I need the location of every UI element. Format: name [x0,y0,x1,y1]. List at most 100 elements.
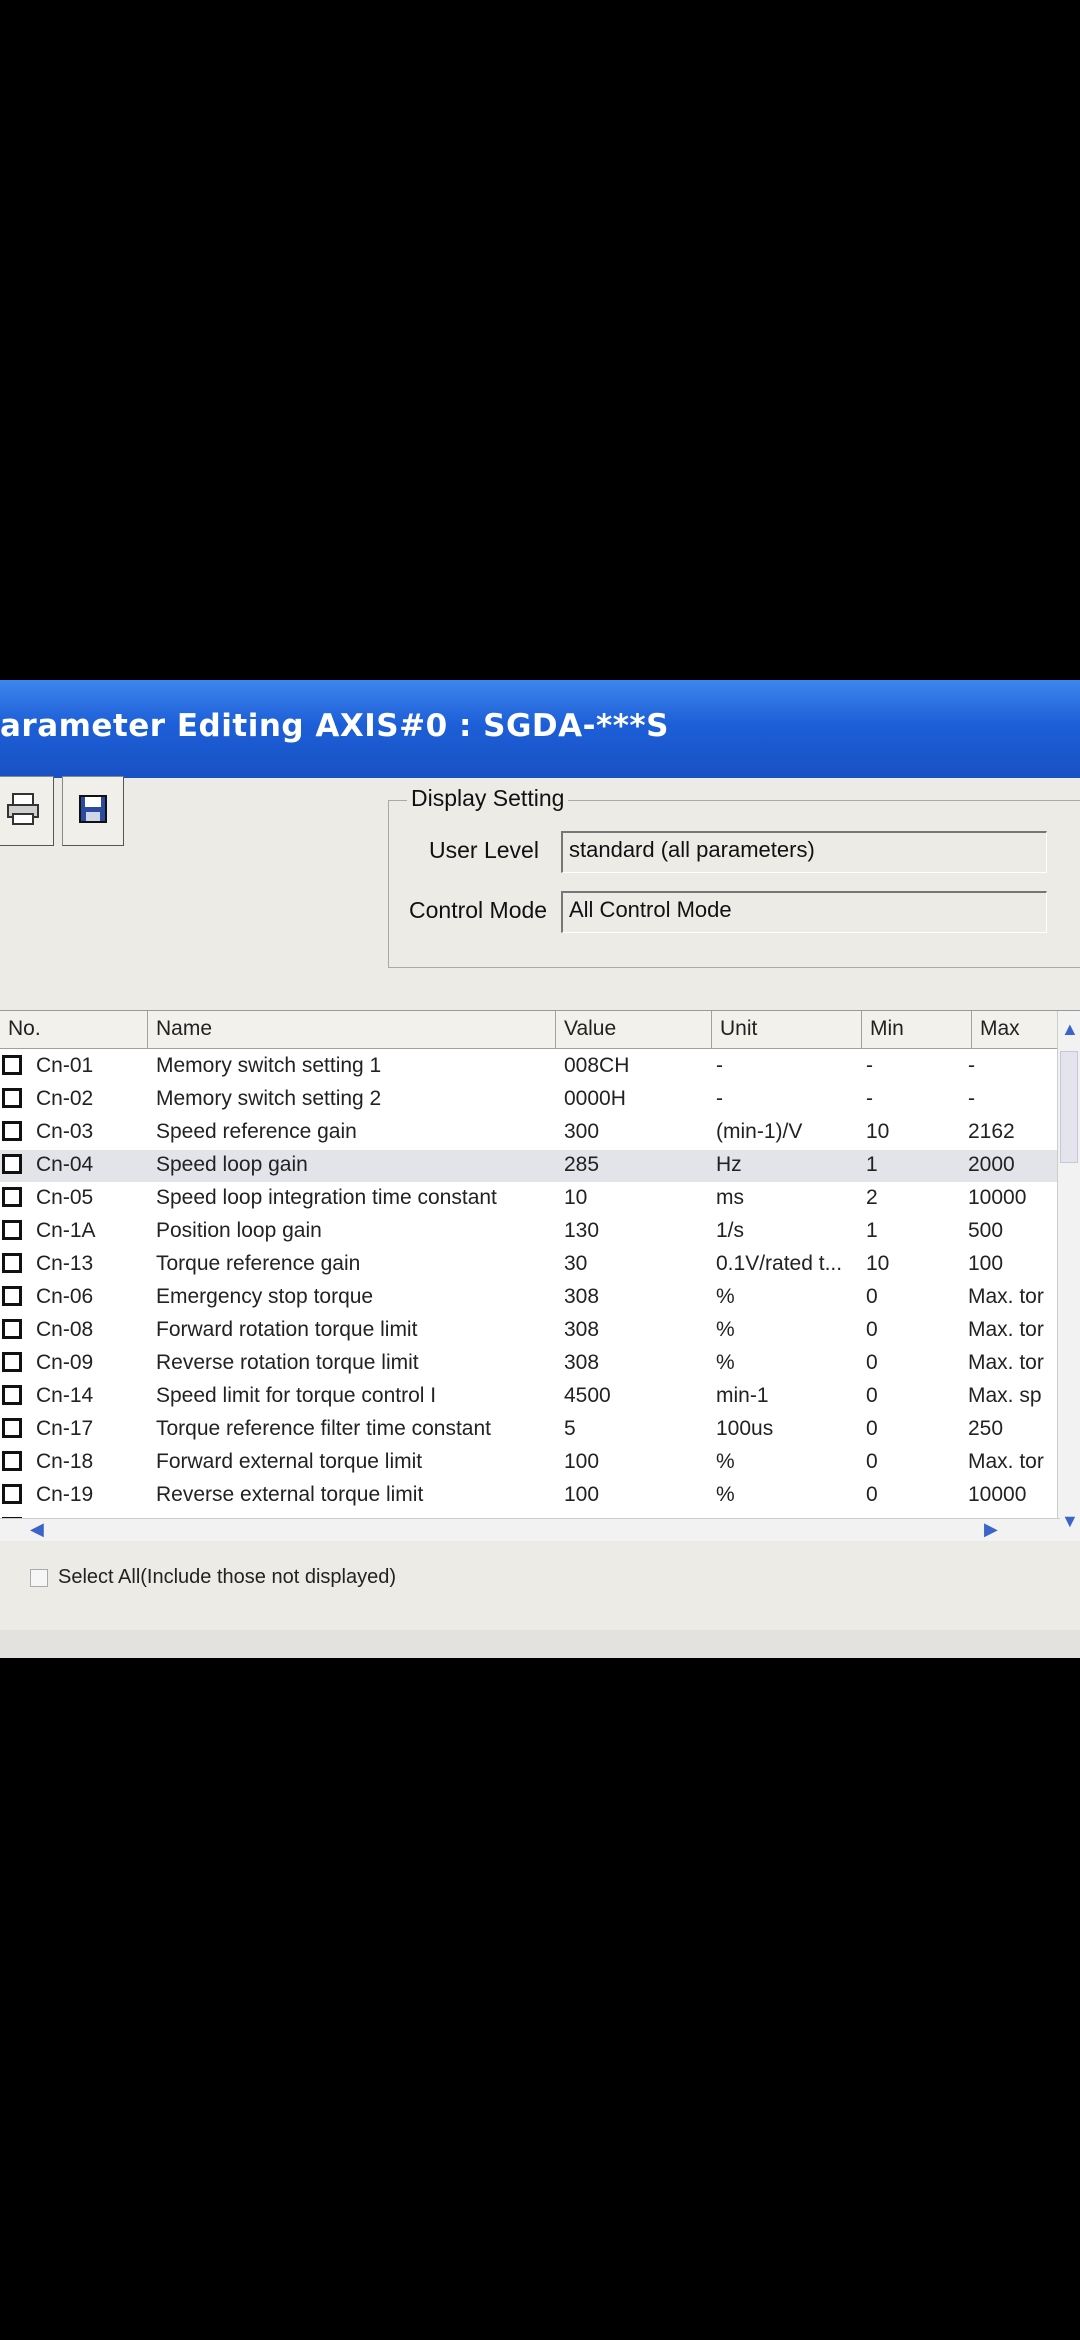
cell-min: 0 [866,1318,878,1341]
vertical-scrollbar[interactable]: ▲ ▼ [1057,1011,1080,1541]
cell-max: 10000 [968,1186,1027,1209]
cell-unit: % [716,1285,735,1308]
cell-value[interactable]: 4500 [564,1384,611,1408]
cell-no: Cn-17 [36,1417,94,1440]
cell-no: Cn-19 [36,1483,94,1506]
table-row[interactable]: Cn-13 Torque reference gain 30 0.1V/rated t… [0,1249,1060,1281]
cell-name: Speed reference gain [156,1120,357,1143]
cell-unit: 100us [716,1417,774,1440]
cell-no: Cn-05 [36,1186,94,1209]
table-row[interactable]: Cn-01 Memory switch setting 1 008CH - - - [0,1051,1060,1083]
window-title: arameter Editing AXIS#0 : SGDA-***S [0,708,669,744]
scroll-left-icon[interactable]: ◀ [30,1519,44,1540]
cell-name: Memory switch setting 2 [156,1087,382,1110]
scroll-right-icon[interactable]: ▶ [984,1519,998,1540]
cell-unit: - [716,1087,723,1110]
cell-unit: % [716,1318,735,1341]
table-row[interactable]: Cn-06 Emergency stop torque 308% 0 Max. tor [0,1282,1060,1314]
row-checkbox[interactable] [2,1385,22,1405]
cell-max: 10000 [968,1483,1027,1506]
column-header-name[interactable]: Name [148,1011,556,1049]
row-checkbox[interactable] [2,1352,22,1372]
scroll-thumb[interactable] [1060,1051,1078,1163]
cell-value[interactable]: 5 [564,1417,576,1441]
cell-value[interactable]: 308 [564,1285,599,1309]
cell-max: 2000 [968,1153,1015,1176]
row-checkbox[interactable] [2,1286,22,1306]
cell-name: Position loop gain [156,1219,322,1242]
cell-min: 0 [866,1384,878,1407]
select-all-option[interactable]: Select All(Include those not displayed) [30,1566,396,1589]
table-row[interactable]: Cn-17 Torque reference filter time consta… [0,1414,1060,1446]
row-checkbox[interactable] [2,1451,22,1471]
cell-max: 2162 [968,1120,1015,1143]
cell-value[interactable]: 285 [564,1153,599,1177]
table-row[interactable]: Cn-18 Forward external torque limit 100% 0 M… [0,1447,1060,1479]
table-row[interactable]: Cn-09 Reverse rotation torque limit 308% 0 M… [0,1348,1060,1380]
cell-max: Max. tor [968,1450,1044,1473]
row-checkbox[interactable] [2,1418,22,1438]
cell-unit: 1/s [716,1219,745,1242]
cell-value[interactable]: 130 [564,1219,599,1243]
user-level-label: User Level [429,837,539,863]
table-row[interactable]: Cn-1A Position loop gain 130 1/s 1 500 [0,1216,1060,1248]
column-header-max[interactable]: Max [972,1011,1060,1049]
column-header-no[interactable]: No. [0,1011,148,1049]
cell-value[interactable]: 0000H [564,1087,626,1111]
table-row[interactable]: Cn-05 Speed loop integration time constan… [0,1183,1060,1215]
cell-no: Cn-02 [36,1087,94,1110]
table-row[interactable]: Cn-19 Reverse external torque limit 100% 0 1… [0,1480,1060,1512]
floppy-disk-icon [78,794,108,829]
cell-min: 0 [866,1450,878,1473]
scroll-down-icon[interactable]: ▼ [1061,1511,1079,1532]
table-row[interactable]: Cn-03 Speed reference gain 300 (min-1)/V 10 2… [0,1117,1060,1149]
cell-unit: % [716,1483,735,1506]
horizontal-scrollbar[interactable]: ◀ ▶ [0,1518,1060,1541]
cell-value[interactable]: 100 [564,1483,599,1507]
row-checkbox[interactable] [2,1484,22,1504]
cell-unit: (min-1)/V [716,1120,803,1143]
cell-value[interactable]: 30 [564,1252,587,1276]
row-checkbox[interactable] [2,1088,22,1108]
row-checkbox[interactable] [2,1319,22,1339]
cell-unit: % [716,1450,735,1473]
cell-name: Emergency stop torque [156,1285,374,1308]
cell-min: 0 [866,1351,878,1374]
save-button[interactable] [62,776,124,846]
title-bar[interactable]: arameter Editing AXIS#0 : SGDA-***S [0,680,1080,778]
cell-value[interactable]: 100 [564,1450,599,1474]
cell-value[interactable]: 10 [564,1186,587,1210]
row-checkbox[interactable] [2,1121,22,1141]
print-button[interactable] [0,776,54,846]
cell-value[interactable]: 308 [564,1318,599,1342]
table-row[interactable]: Cn-14 Speed limit for torque control I 450… [0,1381,1060,1413]
column-header-min[interactable]: Min [862,1011,972,1049]
row-checkbox[interactable] [2,1220,22,1240]
cell-min: 0 [866,1483,878,1506]
control-mode-select[interactable]: All Control Mode [561,891,1047,933]
column-header-unit[interactable]: Unit [712,1011,862,1049]
cell-value[interactable]: 008CH [564,1054,629,1078]
cell-min: 1 [866,1219,878,1242]
row-checkbox[interactable] [2,1253,22,1273]
table-row[interactable]: Cn-04 Speed loop gain 285 Hz 1 2000 [0,1150,1060,1182]
display-setting-legend: Display Setting [407,785,569,812]
row-checkbox[interactable] [2,1154,22,1174]
cell-value[interactable]: 300 [564,1120,599,1144]
table-row[interactable]: Cn-02 Memory switch setting 2 0000H - - - [0,1084,1060,1116]
user-level-select[interactable]: standard (all parameters) [561,831,1047,873]
cell-unit: min-1 [716,1384,769,1407]
cell-no: Cn-14 [36,1384,94,1407]
cell-min: - [866,1054,873,1077]
scroll-up-icon[interactable]: ▲ [1061,1019,1079,1040]
cell-no: Cn-1A [36,1219,96,1242]
column-header-value[interactable]: Value [556,1011,712,1049]
cell-value[interactable]: 308 [564,1351,599,1375]
cell-max: Max. sp [968,1384,1042,1407]
cell-unit: - [716,1054,723,1077]
row-checkbox[interactable] [2,1055,22,1075]
select-all-checkbox[interactable] [30,1568,48,1587]
row-checkbox[interactable] [2,1187,22,1207]
cell-no: Cn-06 [36,1285,94,1308]
table-row[interactable]: Cn-08 Forward rotation torque limit 308% 0 M… [0,1315,1060,1347]
